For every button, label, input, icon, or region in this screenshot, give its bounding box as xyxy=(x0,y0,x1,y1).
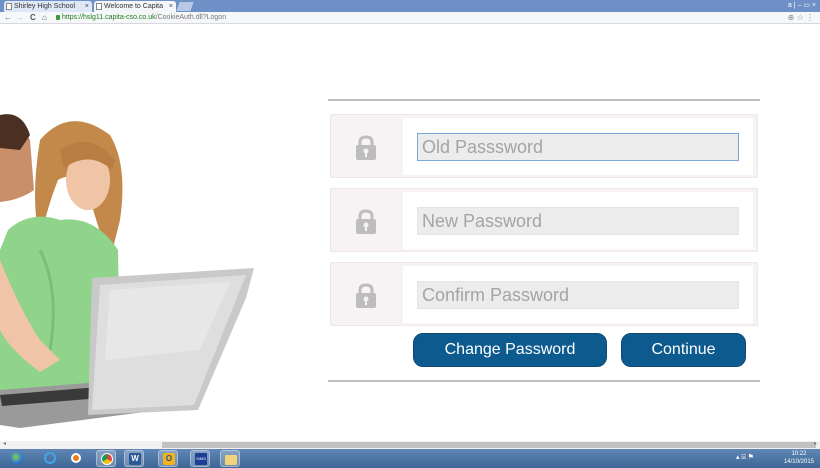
continue-button[interactable]: Continue xyxy=(621,333,746,367)
new-tab-button[interactable] xyxy=(176,2,194,11)
confirm-password-row xyxy=(330,262,758,326)
tab-label: Shirley High School xyxy=(14,3,76,10)
padlock-icon xyxy=(356,283,376,308)
sims-icon: SIMS xyxy=(195,453,207,465)
taskbar-word[interactable]: W xyxy=(124,450,144,467)
clock-date: 14/10/2015 xyxy=(783,459,814,465)
close-icon[interactable]: × xyxy=(169,1,173,12)
page-icon xyxy=(96,3,102,10)
tab-shirley-high-school[interactable]: Shirley High School × xyxy=(4,1,92,12)
address-bar-row: ← → C ⌂ https://hslg11.capita-cso.co.uk/… xyxy=(0,12,820,24)
padlock-icon xyxy=(356,209,376,234)
tab-welcome-to-capita[interactable]: Welcome to Capita × xyxy=(94,1,176,12)
outlook-icon: O xyxy=(163,453,175,465)
clock-time: 10:22 xyxy=(791,451,807,457)
scroll-left-icon[interactable]: ◂ xyxy=(3,440,6,447)
form-bottom-divider xyxy=(328,380,760,382)
taskbar-chrome[interactable] xyxy=(96,450,116,467)
browser-tab-strip: Shirley High School × Welcome to Capita … xyxy=(0,0,820,12)
word-icon: W xyxy=(129,453,141,465)
media-player-icon xyxy=(71,453,81,463)
taskbar-clock[interactable]: 10:22 14/10/2015 xyxy=(784,450,814,466)
url-path: /CookieAuth.dll?Logon xyxy=(155,14,227,21)
chrome-icon xyxy=(101,453,113,465)
taskbar-outlook[interactable]: O xyxy=(158,450,178,467)
old-password-field[interactable] xyxy=(417,133,739,161)
folder-icon xyxy=(225,455,237,465)
confirm-password-field[interactable] xyxy=(417,281,739,309)
taskbar-media-player[interactable] xyxy=(66,450,86,467)
url-host: https://hslg11.capita-cso.co.uk xyxy=(62,14,156,21)
new-password-row xyxy=(330,188,758,252)
page-content: Change Password Continue xyxy=(0,25,820,440)
start-button[interactable] xyxy=(6,450,30,467)
system-tray-icons[interactable]: ▴ ⌸ ⚑ xyxy=(736,453,754,462)
horizontal-scrollbar[interactable]: ◂ ▸ xyxy=(0,441,820,449)
padlock-icon xyxy=(356,135,376,160)
internet-explorer-icon xyxy=(44,452,56,464)
scrollbar-thumb[interactable] xyxy=(162,442,816,448)
page-icon xyxy=(6,3,12,10)
new-password-field[interactable] xyxy=(417,207,739,235)
taskbar-sims[interactable]: SIMS xyxy=(190,450,210,467)
zoom-bookmark-menu-icons[interactable]: ⊕ ☆ ⋮ xyxy=(788,12,814,24)
reload-icon[interactable]: C xyxy=(30,12,36,24)
close-icon[interactable]: × xyxy=(85,1,89,12)
secure-lock-icon xyxy=(56,15,60,20)
tab-label: Welcome to Capita xyxy=(104,3,164,10)
scroll-right-icon[interactable]: ▸ xyxy=(814,440,817,447)
forward-icon[interactable]: → xyxy=(16,12,24,24)
windows-logo-icon xyxy=(11,452,23,464)
change-password-button[interactable]: Change Password xyxy=(413,333,607,367)
taskbar-ie[interactable] xyxy=(40,450,60,467)
windows-taskbar: W O SIMS ▴ ⌸ ⚑ 10:22 14/10/2015 xyxy=(0,449,820,468)
form-top-divider xyxy=(328,99,760,101)
url-field[interactable]: https://hslg11.capita-cso.co.uk/CookieAu… xyxy=(62,13,226,23)
home-icon[interactable]: ⌂ xyxy=(42,12,47,24)
back-icon[interactable]: ← xyxy=(4,12,12,24)
window-controls[interactable]: a | – ▭ × xyxy=(788,0,816,12)
old-password-row xyxy=(330,114,758,178)
girl-with-laptop-image xyxy=(0,114,254,428)
taskbar-explorer[interactable] xyxy=(220,450,240,467)
